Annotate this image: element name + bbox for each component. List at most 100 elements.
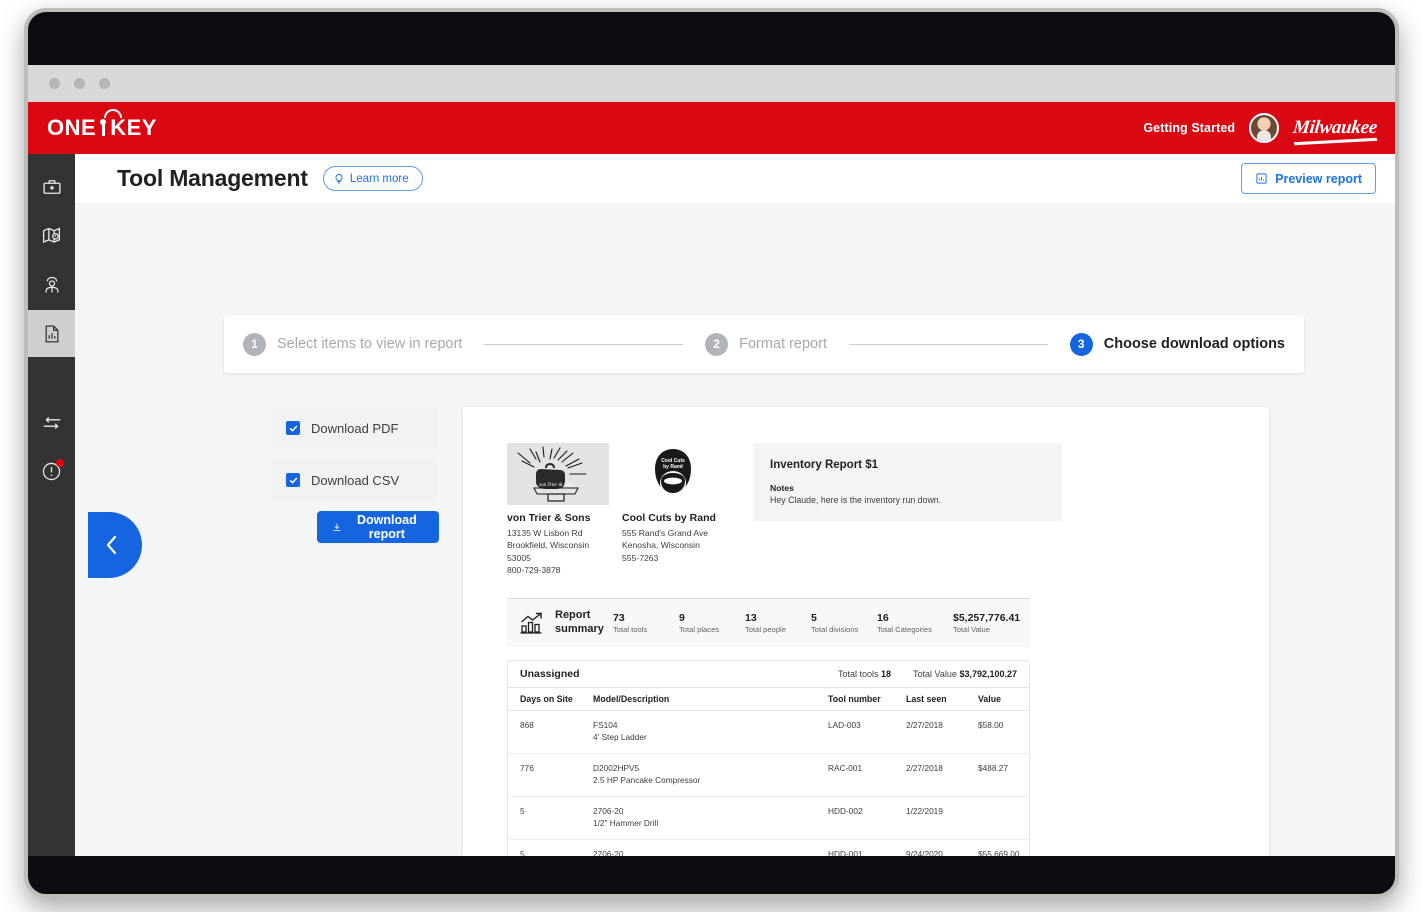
stat-total-value-label: Total Value <box>953 624 991 634</box>
main-content: 1 Select items to view in report 2 Forma… <box>75 203 1395 856</box>
report-notes-title: Inventory Report $1 <box>770 459 878 471</box>
learn-more-label: Learn more <box>349 172 409 185</box>
report-icon <box>45 324 58 343</box>
window-minimize-dot[interactable] <box>74 78 85 89</box>
step-2-label: Format report <box>739 336 827 352</box>
getting-started-link[interactable]: Getting Started <box>1143 121 1235 135</box>
table-group-header: Unassigned Total tools 18 Total Value $3… <box>508 661 1029 688</box>
report-preview-icon <box>1256 173 1267 184</box>
column-header-last-seen: Last seen <box>906 693 947 704</box>
cell-model-description: 2706-201/2" Hammer Drill <box>593 805 659 829</box>
stat-total-categories: 16 Total Categories <box>877 612 953 634</box>
report-summary-title: Report summary <box>555 609 604 635</box>
fist-with-tools-logo-icon: von Trier & Sons <box>517 446 587 502</box>
report-notes-text: Hey Claude, here is the inventory run do… <box>770 495 942 505</box>
tool-table: Unassigned Total tools 18 Total Value $3… <box>507 659 1030 856</box>
download-csv-option[interactable]: Download CSV <box>272 459 439 501</box>
download-pdf-label: Download PDF <box>311 420 399 436</box>
stat-total-value-value: $5,257,776.41 <box>953 611 1021 624</box>
cell-tool-number: HDD-002 <box>828 805 863 816</box>
table-row[interactable]: 5 2706-201/2" Hammer Drill HDD-001 9/24/202… <box>508 840 1029 856</box>
step-3[interactable]: 3 Choose download options <box>1069 332 1286 356</box>
preview-report-button[interactable]: Preview report <box>1241 163 1376 194</box>
table-row[interactable]: 868 FS104 4' Step Ladder LAD-003 2/27/2018 $5… <box>508 711 1029 754</box>
check-icon <box>289 425 297 431</box>
sidebar-nav <box>28 154 75 856</box>
brand-bar-right: Getting Started Milwaukee <box>1143 113 1395 143</box>
table-body: 868 FS104 4' Step Ladder LAD-003 2/27/2018 $5… <box>508 711 1029 856</box>
learn-more-button[interactable]: Learn more <box>322 166 423 191</box>
window-close-dot[interactable] <box>49 78 60 89</box>
cell-last-seen: 2/27/2018 <box>906 719 943 730</box>
cell-last-seen: 9/24/2020 <box>906 848 943 856</box>
column-header-value: Value <box>978 693 1001 704</box>
cell-value: $55,669.00 <box>978 848 1020 856</box>
browser-chrome <box>28 65 1395 102</box>
table-row[interactable]: 5 2706-20 1/2" Hammer Drill HDD-002 1/22/201… <box>508 797 1029 840</box>
download-csv-checkbox[interactable] <box>286 473 300 487</box>
onekey-logo[interactable]: ONE KEY <box>47 109 157 140</box>
cell-days-on-site: 5 <box>520 805 525 816</box>
window-maximize-dot[interactable] <box>99 78 110 89</box>
report-preview-sheet: von Trier & Sons von Trier & Sons 13135 … <box>463 407 1269 856</box>
sidebar-item-people[interactable] <box>28 261 75 308</box>
report-summary-bar: Report summary 73 Total tools 9 Total pl… <box>507 598 1030 647</box>
stat-total-places: 9 Total places <box>679 612 745 634</box>
preview-report-label: Preview report <box>1275 171 1362 186</box>
sidebar-item-transfers[interactable] <box>28 399 75 446</box>
download-report-button[interactable]: Download report <box>317 511 439 543</box>
cool-cuts-barber-logo-icon: Cool Cuts by Rand <box>655 449 691 495</box>
step-1-number: 1 <box>243 332 266 356</box>
cell-model-description: 2706-201/2" Hammer Drill <box>593 848 624 856</box>
stat-total-value: $5,257,776.41 Total Value <box>953 612 1020 634</box>
cell-value: $58.00 <box>978 719 1004 730</box>
keyhole-icon <box>97 117 109 139</box>
wifi-arc-icon <box>104 109 122 118</box>
onekey-logo-one: ONE <box>47 115 97 140</box>
download-pdf-option[interactable]: Download PDF <box>272 407 439 449</box>
table-row[interactable]: 776 D2002HPV5 2.5 HP Pancake Compressor RAC… <box>508 754 1029 797</box>
alert-badge <box>56 459 64 467</box>
download-pdf-checkbox[interactable] <box>286 421 300 435</box>
step-2[interactable]: 2 Format report <box>705 332 827 356</box>
step-1[interactable]: 1 Select items to view in report <box>243 332 463 356</box>
sidebar-item-places[interactable] <box>28 212 75 259</box>
step-1-label: Select items to view in report <box>277 336 463 352</box>
cell-tool-number: HDD-001 <box>828 848 863 856</box>
report-notes-label: Notes <box>770 483 794 493</box>
brand-bar: ONE KEY Getting Started Milwaukee <box>28 102 1395 154</box>
cell-days-on-site: 776 <box>520 762 534 773</box>
cell-days-on-site: 868 <box>520 719 534 730</box>
download-csv-label: Download CSV <box>311 472 400 488</box>
company-address-primary: 13135 W Lisbon Rd Brookfield, Wisconsin … <box>507 528 590 575</box>
table-column-header: Days on Site Model/Description Tool numb… <box>508 688 1029 711</box>
sidebar-item-reports[interactable] <box>28 310 75 357</box>
page-header: Tool Management Learn more Preview repor… <box>75 154 1395 203</box>
group-total-tools: Total tools 18 <box>838 669 891 679</box>
sidebar-item-alerts[interactable] <box>28 448 75 495</box>
stat-total-tools-value: 73 <box>613 611 625 624</box>
cell-last-seen: 2/27/2018 <box>906 762 943 773</box>
group-total-tools-label: Total tools <box>837 668 879 679</box>
company-name-secondary: Cool Cuts by Rand <box>622 512 716 524</box>
stat-total-people: 13 Total people <box>745 612 811 634</box>
app-viewport: ONE KEY Getting Started Milwaukee Tool M… <box>28 102 1395 856</box>
cell-value: $488.27 <box>978 762 1008 773</box>
company-logo-von-trier: von Trier & Sons <box>507 443 609 505</box>
stat-total-places-label: Total places <box>679 624 720 634</box>
download-options-panel: Download PDF Download CSV Download repor… <box>272 407 439 543</box>
avatar[interactable] <box>1249 113 1280 143</box>
page-title: Tool Management <box>117 165 308 191</box>
cell-value <box>978 805 1042 830</box>
device-frame: ONE KEY Getting Started Milwaukee Tool M… <box>24 8 1399 898</box>
step-connector-1 <box>484 343 684 345</box>
worker-icon <box>45 276 58 292</box>
download-report-label: Download report <box>357 513 417 541</box>
transfer-arrows-icon <box>43 416 60 429</box>
milwaukee-logo: Milwaukee <box>1292 117 1379 138</box>
company-block-primary: von Trier & Sons von Trier & Sons 13135 … <box>507 443 613 576</box>
toolbox-icon <box>42 179 61 194</box>
step-3-label: Choose download options <box>1103 336 1286 352</box>
sidebar-item-tools[interactable] <box>28 163 75 210</box>
